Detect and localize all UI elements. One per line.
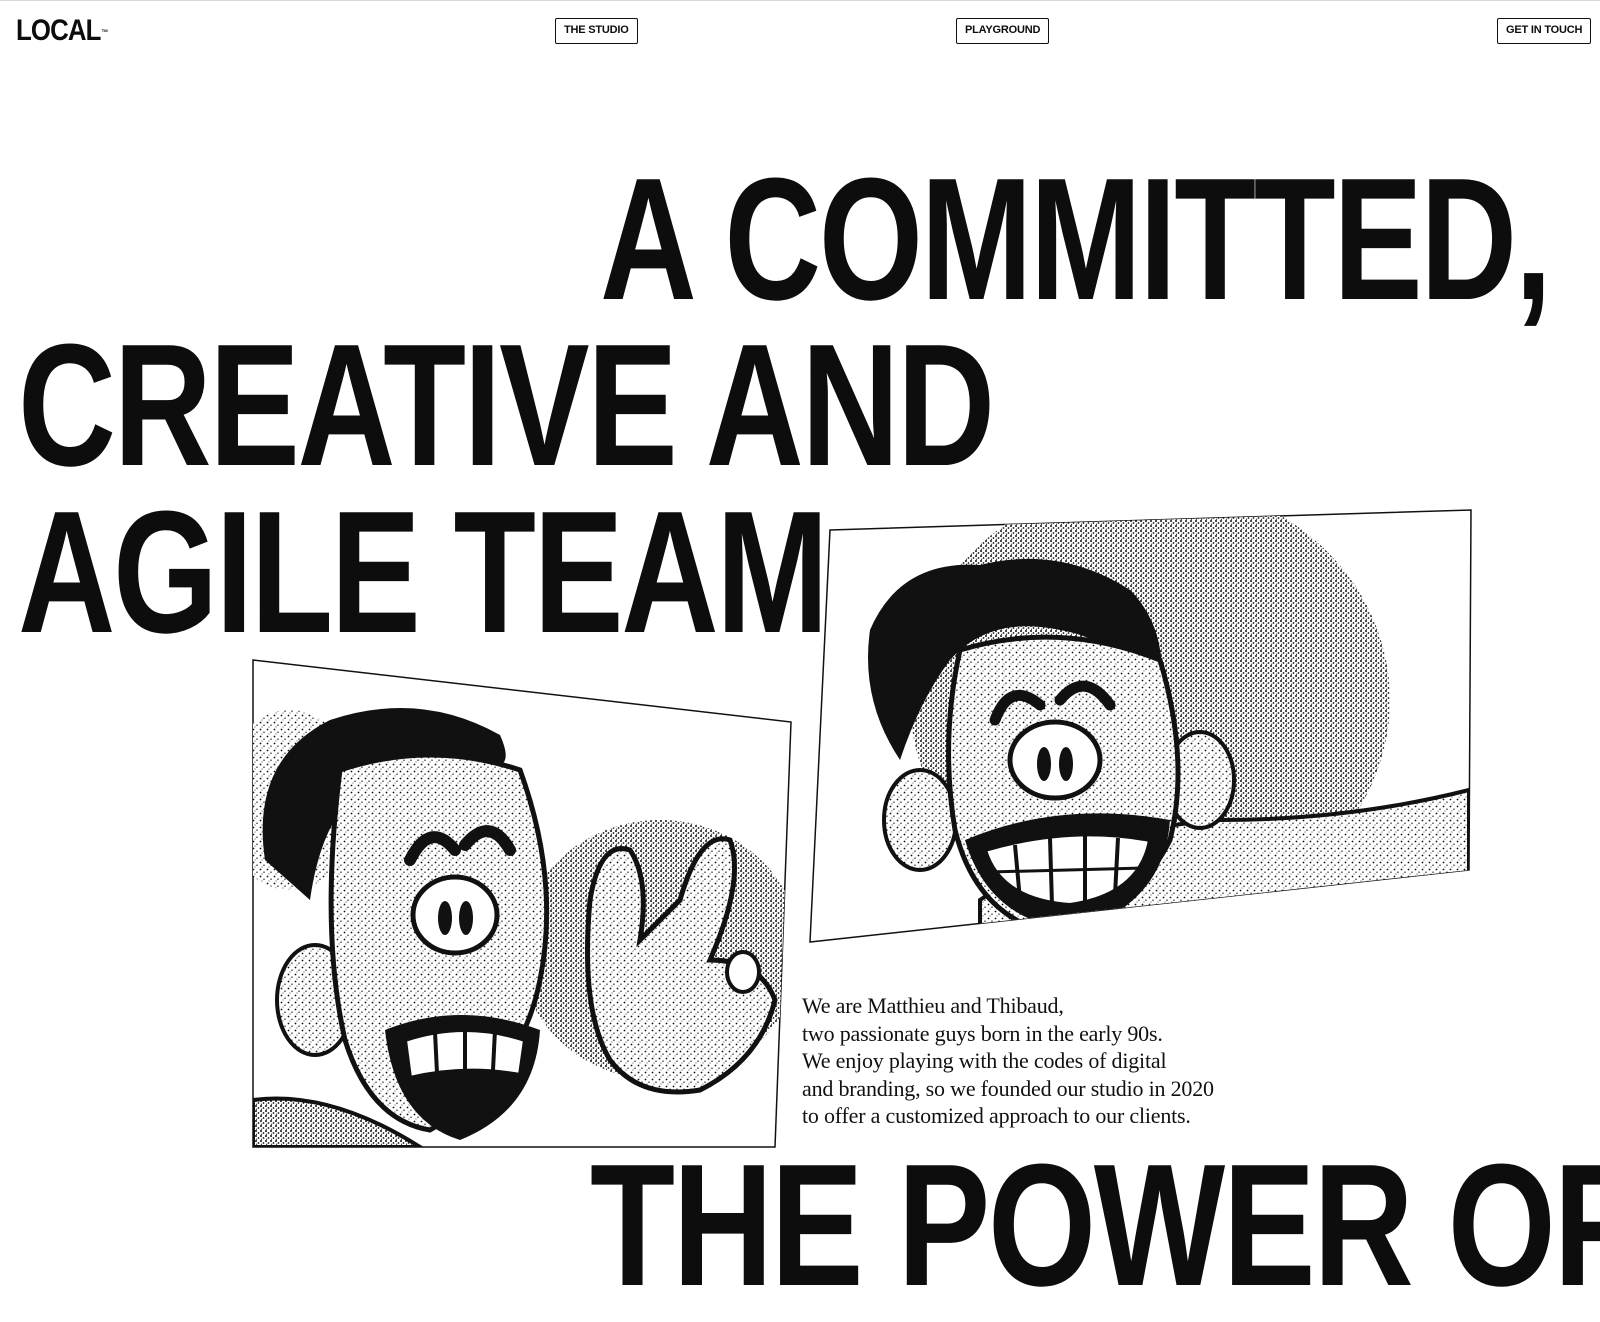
intro-paragraph: We are Matthieu and Thibaud, two passion… — [802, 992, 1214, 1130]
intro-line-3: We enjoy playing with the codes of digit… — [802, 1048, 1167, 1073]
next-section-heading: THE POWER OF — [590, 1127, 1600, 1322]
intro-line-1: We are Matthieu and Thibaud, — [802, 993, 1064, 1018]
intro-line-4: and branding, so we founded our studio i… — [802, 1075, 1214, 1101]
intro-line-5: to offer a customized approach to our cl… — [802, 1103, 1191, 1128]
illustration-matthieu — [252, 659, 792, 1148]
illustrations-layer — [252, 509, 1472, 1148]
intro-line-2: two passionate guys born in the early 90… — [802, 1020, 1163, 1046]
illustration-thibaud — [809, 509, 1472, 943]
